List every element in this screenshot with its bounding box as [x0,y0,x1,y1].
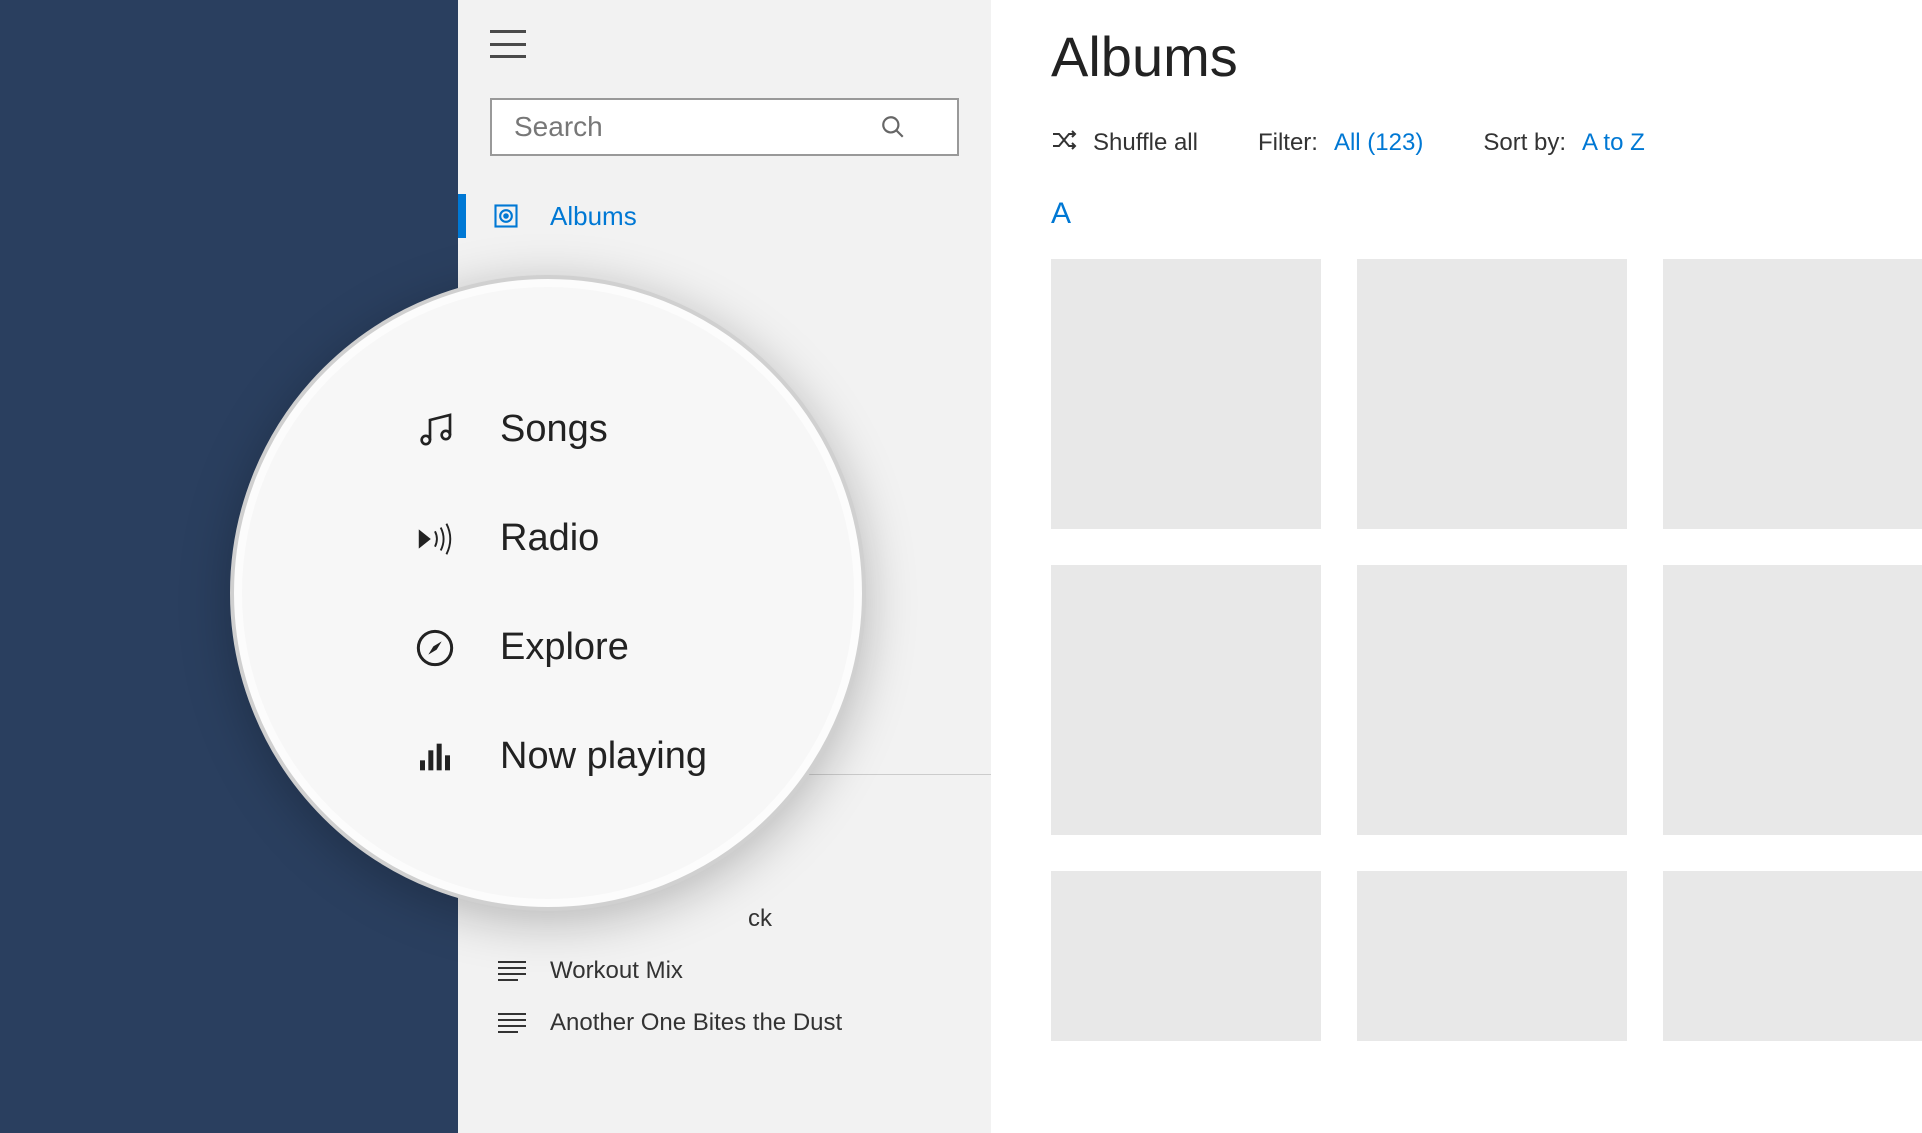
magnifier-lens: Songs Radio Explore [230,275,866,911]
section-letter[interactable]: A [1051,197,1922,231]
filter-label: Filter: [1258,129,1318,157]
hamburger-menu-button[interactable] [490,30,526,58]
nav-item-albums[interactable]: Albums [458,186,991,246]
now-playing-icon [414,736,456,778]
album-tile[interactable] [1051,871,1321,1041]
playlist-label: Workout Mix [550,957,683,985]
playlist-label: ck [748,905,772,933]
sort-control[interactable]: Sort by: A to Z [1483,129,1644,157]
compass-icon [414,627,456,669]
album-tile[interactable] [1663,259,1922,529]
search-input[interactable] [512,110,877,144]
nav-item-now-playing[interactable]: Now playing [414,735,862,778]
album-icon [490,200,522,232]
page-title: Albums [1051,24,1922,89]
nav-item-label: Now playing [500,735,707,778]
album-tile[interactable] [1357,871,1627,1041]
nav-item-explore[interactable]: Explore [414,626,862,669]
sort-value: A to Z [1582,129,1645,157]
sort-label: Sort by: [1483,129,1566,157]
album-grid [1051,259,1922,1041]
playlist-label: Another One Bites the Dust [550,1009,842,1037]
album-tile[interactable] [1663,871,1922,1041]
radio-icon [414,518,456,560]
shuffle-label: Shuffle all [1093,129,1198,157]
toolbar: Shuffle all Filter: All (123) Sort by: A… [1051,129,1922,157]
album-tile[interactable] [1051,259,1321,529]
shuffle-all-button[interactable]: Shuffle all [1051,129,1198,157]
album-tile[interactable] [1663,565,1922,835]
album-tile[interactable] [1357,259,1627,529]
nav-item-radio[interactable]: Radio [414,517,862,560]
search-icon [877,111,909,143]
playlist-item[interactable]: Another One Bites the Dust [458,997,991,1049]
filter-control[interactable]: Filter: All (123) [1258,129,1423,157]
search-box[interactable] [490,98,959,156]
playlist-icon [498,1013,526,1033]
shuffle-icon [1051,129,1077,157]
nav-item-label: Radio [500,517,599,560]
nav-item-songs[interactable]: Songs [414,408,862,451]
nav-item-label: Explore [500,626,629,669]
album-tile[interactable] [1051,565,1321,835]
nav-item-label: Songs [500,408,608,451]
main-content: Albums Shuffle all Filter: All (123) Sor… [991,0,1922,1133]
music-note-icon [414,409,456,451]
album-tile[interactable] [1357,565,1627,835]
playlist-icon [498,961,526,981]
nav-item-label: Albums [550,201,637,232]
filter-value: All (123) [1334,129,1423,157]
playlist-item[interactable]: Workout Mix [458,945,991,997]
